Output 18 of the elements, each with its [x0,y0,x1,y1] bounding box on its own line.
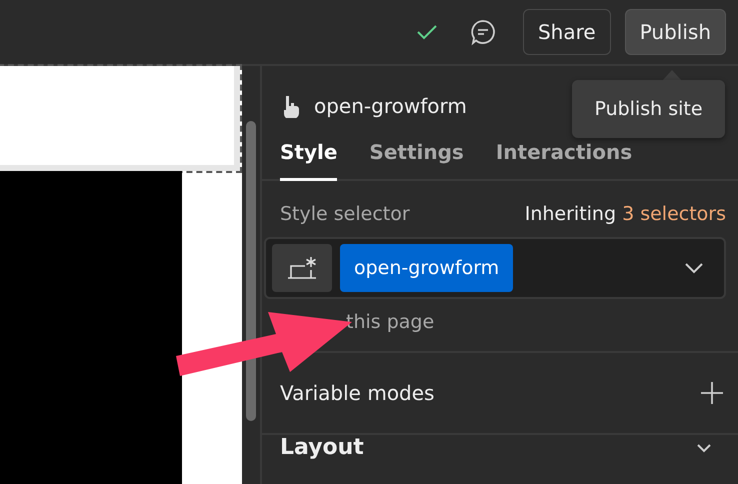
tooltip: Publish site [572,80,725,138]
inheriting-text: Inheriting 3 selectors [524,203,726,225]
publish-button[interactable]: Publish [624,9,726,55]
plus-icon[interactable] [700,381,724,405]
scrollbar-thumb[interactable] [246,121,256,421]
panel-tab[interactable]: Settings [369,140,464,181]
style-selector-label: Style selector [280,203,410,225]
class-tag[interactable]: open-growform [340,244,514,292]
share-button[interactable]: Share [522,9,611,55]
selector-type-icon[interactable] [272,244,332,292]
panel-tab[interactable]: Style [280,140,338,181]
element-name: open-growform [314,94,467,118]
comment-icon[interactable] [468,18,497,46]
section-title: Layout [280,435,364,460]
panel-tab[interactable]: Interactions [496,140,632,181]
selector-field[interactable]: open-growform [264,237,726,299]
section-title: Variable modes [280,381,434,405]
chevron-down-icon[interactable] [684,261,704,275]
